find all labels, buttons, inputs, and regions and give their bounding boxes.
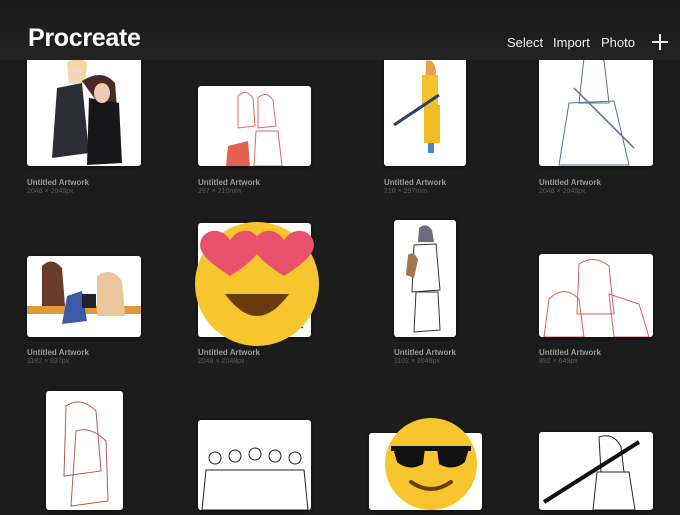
artwork-red-sketch-image <box>543 259 650 337</box>
artwork-size-7: 1102 × 2048px <box>394 358 440 365</box>
artwork-couple-image <box>52 58 122 165</box>
artwork-title-5: Untitled Artwork <box>27 348 89 357</box>
artwork-thumbnail-12[interactable] <box>539 432 653 510</box>
artwork-size-6: 2048 × 2048px <box>198 358 245 365</box>
artwork-size-3: 210 × 297mm <box>384 188 427 195</box>
artwork-bench-girls-image <box>27 261 141 324</box>
app-title: Procreate <box>28 24 141 52</box>
artwork-bat-girl-image <box>542 435 641 510</box>
artwork-size-8: 892 × 649px <box>539 358 578 365</box>
artwork-title-4: Untitled Artwork <box>539 178 601 187</box>
sunglasses-emoji-icon <box>385 416 477 510</box>
artwork-title-1: Untitled Artwork <box>27 178 89 187</box>
artwork-thumbnail-5[interactable] <box>27 256 141 337</box>
artwork-thumbnail-1[interactable] <box>27 53 141 166</box>
artwork-blue-sketch-image <box>558 54 635 166</box>
artwork-yellow-girl-image <box>393 60 440 153</box>
artwork-size-5: 1182 × 837px <box>27 358 70 365</box>
artwork-title-8: Untitled Artwork <box>539 348 601 357</box>
heart-eyes-emoji-icon <box>192 216 322 346</box>
artwork-size-2: 297 × 210mm <box>198 188 241 195</box>
plus-icon[interactable] <box>652 34 668 50</box>
artwork-thumbnail-10[interactable] <box>198 420 311 510</box>
artwork-two-girls-image <box>226 92 283 166</box>
artwork-hat-figure-image <box>406 225 441 333</box>
artwork-group-sketch-image <box>201 447 309 510</box>
artwork-title-6: Untitled Artwork <box>198 348 260 357</box>
artwork-size-4: 2048 × 2048px <box>539 188 586 195</box>
select-button[interactable]: Select <box>507 35 543 50</box>
photo-button[interactable]: Photo <box>601 35 635 50</box>
artwork-title-3: Untitled Artwork <box>384 178 446 187</box>
import-button[interactable]: Import <box>553 35 590 50</box>
artwork-thumbnail-9[interactable] <box>46 391 123 510</box>
artwork-thumbnail-7[interactable] <box>394 220 456 337</box>
artwork-size-1: 2048 × 2048px <box>27 188 74 195</box>
artwork-title-7: Untitled Artwork <box>394 348 456 357</box>
artwork-thumbnail-3[interactable] <box>384 53 466 166</box>
artwork-hug-sketch-image <box>63 401 109 507</box>
artwork-thumbnail-8[interactable] <box>539 254 653 337</box>
artwork-title-2: Untitled Artwork <box>198 178 260 187</box>
top-bar: Procreate Select Import Photo <box>0 0 680 60</box>
artwork-thumbnail-4[interactable] <box>539 53 653 166</box>
artwork-thumbnail-2[interactable] <box>198 86 311 166</box>
